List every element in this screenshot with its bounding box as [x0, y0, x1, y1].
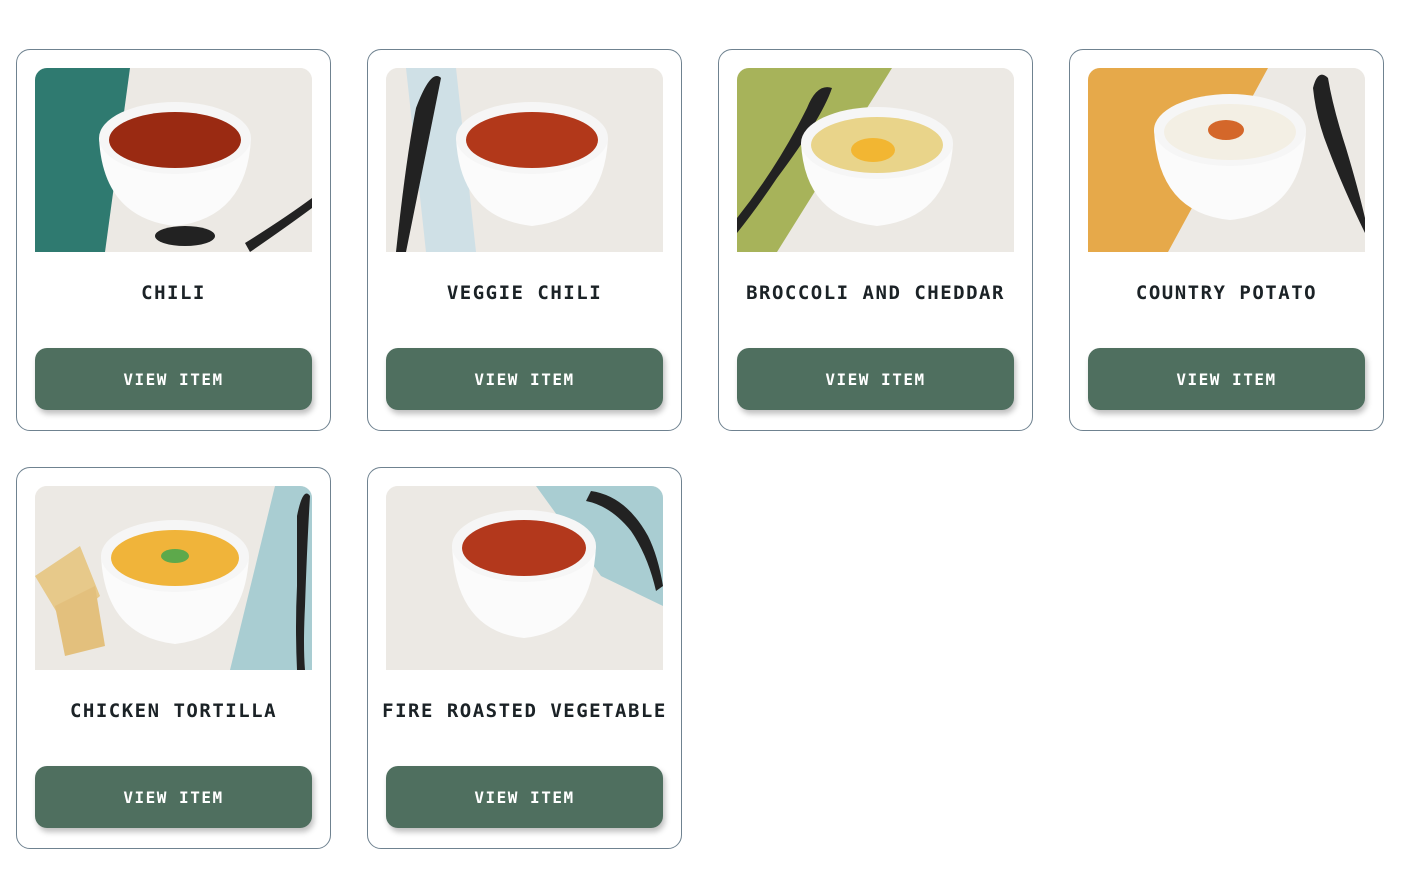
product-image-chili[interactable] — [35, 68, 312, 252]
soup-bowl-image — [35, 486, 312, 670]
view-item-button[interactable]: VIEW ITEM — [1088, 348, 1365, 410]
view-item-button[interactable]: VIEW ITEM — [386, 348, 663, 410]
soup-bowl-image — [386, 68, 663, 252]
product-card-broccoli-and-cheddar: BROCCOLI AND CHEDDAR VIEW ITEM — [718, 49, 1033, 431]
view-item-button[interactable]: VIEW ITEM — [35, 766, 312, 828]
product-name: CHILI — [141, 282, 206, 304]
product-image-veggie-chili[interactable] — [386, 68, 663, 252]
soup-bowl-image — [35, 68, 312, 252]
product-name: FIRE ROASTED VEGETABLE — [382, 700, 667, 722]
soup-bowl-image — [737, 68, 1014, 252]
product-name: COUNTRY POTATO — [1135, 282, 1318, 304]
product-name: BROCCOLI AND CHEDDAR — [746, 282, 1005, 304]
view-item-button[interactable]: VIEW ITEM — [35, 348, 312, 410]
product-name: CHICKEN TORTILLA — [69, 700, 278, 722]
product-image-country-potato[interactable] — [1088, 68, 1365, 252]
product-card-country-potato: COUNTRY POTATO VIEW ITEM — [1069, 49, 1384, 431]
product-card-veggie-chili: VEGGIE CHILI VIEW ITEM — [367, 49, 682, 431]
product-card-fire-roasted-vegetable: FIRE ROASTED VEGETABLE VIEW ITEM — [367, 467, 682, 849]
product-grid: CHILI VIEW ITEM VEGGIE CHILI VIEW ITEM B… — [16, 49, 1384, 849]
product-image-broccoli-and-cheddar[interactable] — [737, 68, 1014, 252]
view-item-button[interactable]: VIEW ITEM — [386, 766, 663, 828]
product-image-chicken-tortilla[interactable] — [35, 486, 312, 670]
product-image-fire-roasted-vegetable[interactable] — [386, 486, 663, 670]
soup-bowl-image — [1088, 68, 1365, 252]
product-card-chili: CHILI VIEW ITEM — [16, 49, 331, 431]
product-name: VEGGIE CHILI — [446, 282, 603, 304]
product-card-chicken-tortilla: CHICKEN TORTILLA VIEW ITEM — [16, 467, 331, 849]
soup-bowl-image — [386, 486, 663, 670]
view-item-button[interactable]: VIEW ITEM — [737, 348, 1014, 410]
